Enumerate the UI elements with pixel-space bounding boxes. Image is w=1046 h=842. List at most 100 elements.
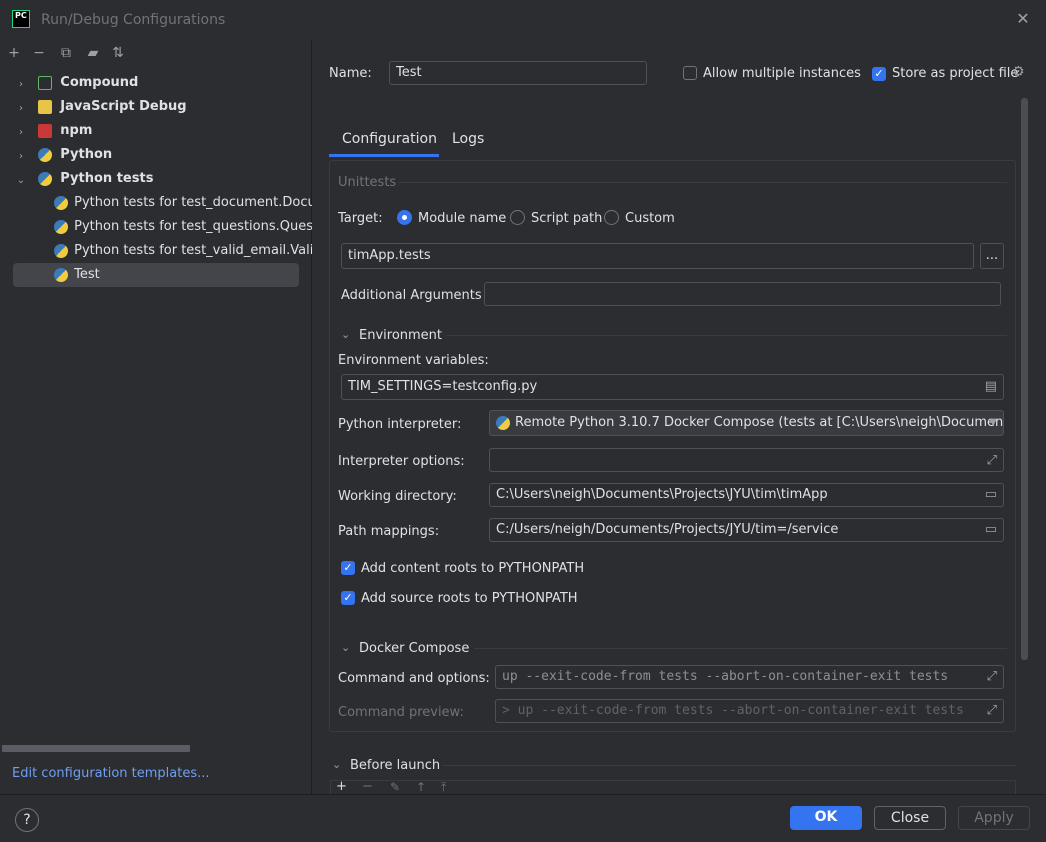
source-roots-checkbox[interactable]: ✓ — [341, 590, 355, 605]
source-roots-label: Add source roots to PYTHONPATH — [361, 591, 578, 606]
tree-label: Test — [74, 267, 100, 282]
allow-multiple-checkbox[interactable] — [683, 66, 697, 84]
ok-button[interactable]: OK — [790, 806, 862, 830]
target-input[interactable]: timApp.tests — [341, 243, 974, 269]
additional-args-label: Additional Arguments — [341, 288, 482, 303]
tree-item-test-valid-email[interactable]: Python tests for test_valid_email.ValidE… — [0, 239, 312, 263]
before-launch-header[interactable]: Before launch — [350, 758, 440, 773]
chevron-down-icon[interactable]: ⌄ — [332, 758, 341, 771]
custom-label: Custom — [625, 211, 675, 226]
npm-icon — [38, 124, 53, 138]
tree-label: npm — [60, 123, 93, 138]
tab-logs[interactable]: Logs — [452, 131, 484, 147]
vertical-scrollbar[interactable] — [1021, 98, 1028, 660]
workdir-input[interactable]: C:\Users\neigh\Documents\Projects\JYU\ti… — [489, 483, 1004, 507]
plus-icon[interactable]: + — [336, 780, 347, 794]
allow-multiple-label: Allow multiple instances — [703, 66, 861, 81]
before-launch-toolbar — [330, 780, 1016, 794]
apply-button[interactable]: Apply — [958, 806, 1030, 830]
edit-icon: ✎ — [390, 780, 401, 794]
env-vars-label: Environment variables: — [338, 353, 489, 368]
content-roots-checkbox[interactable]: ✓ — [341, 560, 355, 575]
cmd-value: up --exit-code-from tests --abort-on-con… — [502, 669, 949, 684]
folder-icon[interactable]: ▰ — [84, 45, 102, 61]
tab-configuration[interactable]: Configuration — [342, 131, 437, 147]
environment-header[interactable]: Environment — [359, 328, 442, 343]
store-project-checkbox[interactable]: ✓ — [872, 66, 886, 81]
minus-icon[interactable]: − — [30, 45, 48, 61]
close-button[interactable]: Close — [874, 806, 946, 830]
chevron-down-icon[interactable]: ⌄ — [341, 328, 350, 341]
tree-item-python-tests[interactable]: ⌄ Python tests — [0, 167, 312, 191]
tree-item-test-questions[interactable]: Python tests for test_questions.Questio — [0, 215, 312, 239]
help-button[interactable]: ? — [15, 808, 39, 832]
target-label: Target: — [338, 211, 383, 226]
window-title: Run/Debug Configurations — [41, 12, 226, 28]
preview-label: Command preview: — [338, 705, 464, 720]
arrow-up-icon: ↑ — [416, 780, 427, 794]
pathmap-input[interactable]: C:/Users/neigh/Documents/Projects/JYU/ti… — [489, 518, 1004, 542]
separator — [399, 182, 1007, 183]
dropdown-arrow-icon: ▼ — [989, 417, 997, 428]
env-vars-input[interactable]: TIM_SETTINGS=testconfig.py ▤ — [341, 374, 1004, 400]
workdir-label: Working directory: — [338, 489, 457, 504]
pathmap-value: C:/Users/neigh/Documents/Projects/JYU/ti… — [496, 522, 839, 537]
python-icon — [496, 415, 510, 430]
close-window-icon[interactable]: ✕ — [1014, 10, 1032, 28]
name-input[interactable]: Test — [389, 61, 647, 85]
script-path-radio[interactable] — [510, 210, 525, 229]
separator — [442, 765, 1016, 766]
interp-options-input[interactable]: ⤢ — [489, 448, 1004, 472]
tree-label: Python — [60, 147, 113, 162]
active-tab-indicator — [329, 154, 439, 157]
folder-icon[interactable]: ▭ — [985, 519, 997, 541]
tree-item-compound[interactable]: › Compound — [0, 71, 312, 95]
module-name-radio[interactable] — [397, 210, 412, 229]
script-path-label: Script path — [531, 211, 603, 226]
separator — [446, 335, 1007, 336]
edit-templates-link[interactable]: Edit configuration templates... — [12, 766, 210, 781]
custom-radio[interactable] — [604, 210, 619, 229]
tree-item-javascript-debug[interactable]: › JavaScript Debug — [0, 95, 312, 119]
sort-icon[interactable]: ⇅ — [109, 45, 127, 61]
store-project-label: Store as project file — [892, 66, 1019, 81]
pathmap-label: Path mappings: — [338, 524, 440, 539]
additional-args-input[interactable] — [484, 282, 1001, 306]
interpreter-select[interactable]: Remote Python 3.10.7 Docker Compose (tes… — [489, 410, 1004, 436]
preview-input: > up --exit-code-from tests --abort-on-c… — [495, 699, 1004, 723]
tree-label: Python tests — [60, 171, 154, 186]
python-tests-icon — [54, 220, 68, 234]
expand-icon[interactable]: ⤢ — [987, 449, 997, 471]
folder-icon[interactable]: ▭ — [985, 484, 997, 506]
env-vars-value: TIM_SETTINGS=testconfig.py — [348, 379, 538, 394]
plus-icon[interactable]: + — [5, 45, 23, 61]
expand-icon[interactable]: ⤢ — [987, 666, 997, 688]
browse-button[interactable]: ... — [980, 243, 1004, 269]
copy-icon[interactable]: ⧉ — [57, 45, 75, 61]
minus-icon: − — [362, 779, 373, 794]
tree-item-test-document[interactable]: Python tests for test_document.Document — [0, 191, 312, 215]
tree-item-python[interactable]: › Python — [0, 143, 312, 167]
gear-icon[interactable]: ⚙ — [1012, 64, 1025, 80]
chevron-down-icon[interactable]: ⌄ — [341, 641, 350, 654]
docker-header[interactable]: Docker Compose — [359, 641, 469, 656]
tree-label: Python tests for test_questions.Questio — [74, 219, 312, 234]
tree-label: Compound — [60, 75, 139, 90]
tree-horizontal-scrollbar[interactable] — [2, 745, 190, 752]
chevron-right-icon: › — [19, 102, 23, 114]
tree-item-test-selected[interactable]: Test — [13, 263, 299, 287]
cmd-input[interactable]: up --exit-code-from tests --abort-on-con… — [495, 665, 1004, 689]
interp-options-label: Interpreter options: — [338, 454, 465, 469]
tree-item-npm[interactable]: › npm — [0, 119, 312, 143]
module-name-label: Module name — [418, 211, 507, 226]
expand-icon[interactable]: ⤢ — [987, 700, 997, 722]
interpreter-label: Python interpreter: — [338, 417, 462, 432]
python-tests-icon — [54, 244, 68, 258]
python-icon — [38, 148, 53, 162]
python-tests-icon — [54, 196, 68, 210]
chevron-right-icon: › — [19, 126, 23, 138]
move-top-icon: ⤒ — [441, 780, 447, 794]
python-tests-icon — [38, 172, 53, 186]
workdir-value: C:\Users\neigh\Documents\Projects\JYU\ti… — [496, 487, 828, 502]
document-icon[interactable]: ▤ — [985, 375, 997, 399]
